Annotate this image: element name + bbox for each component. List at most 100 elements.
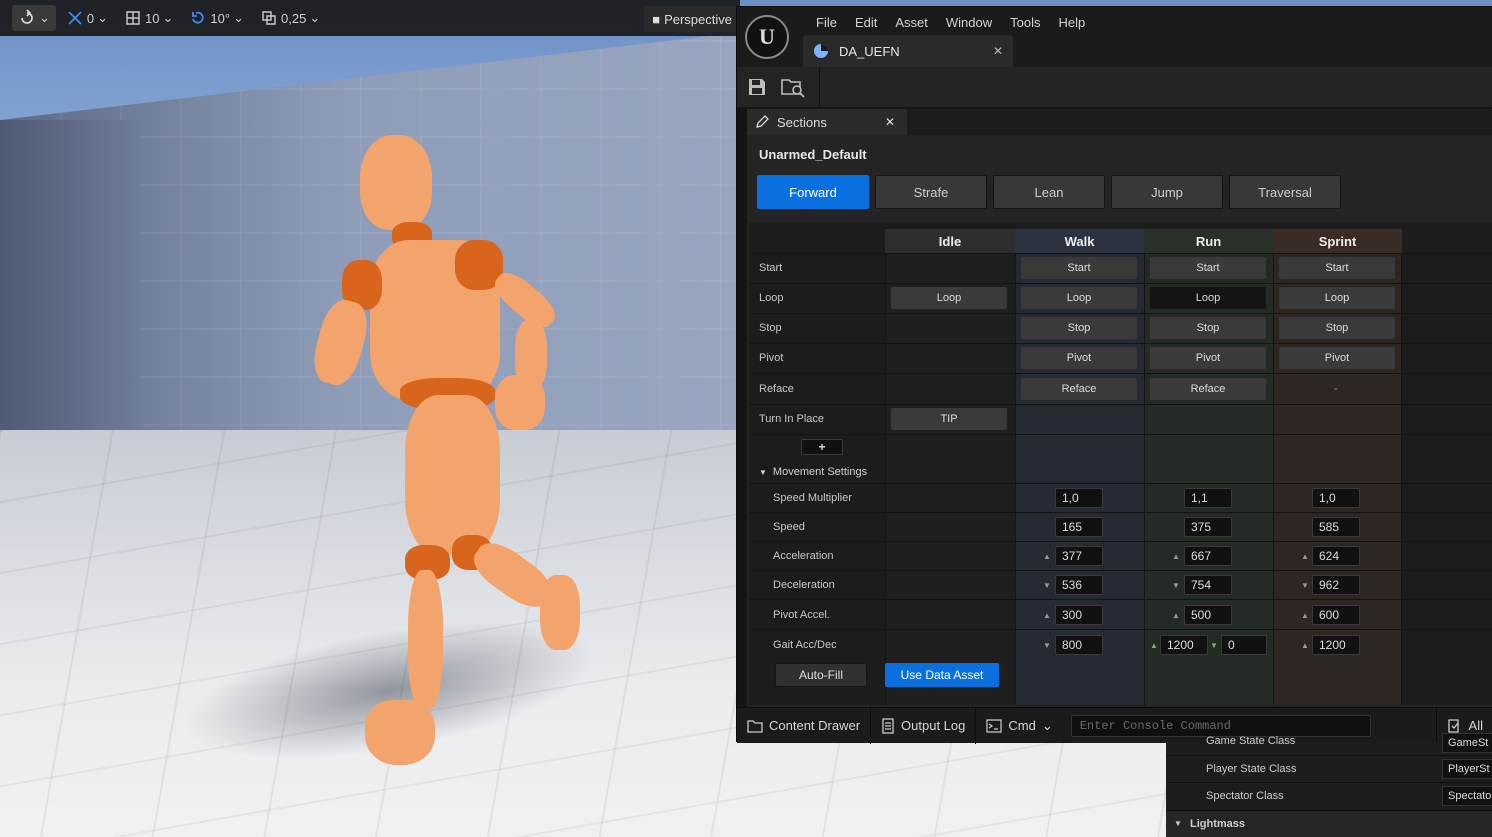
grid-icon [126,11,140,25]
walk-reface-button[interactable]: Reface [1021,378,1137,400]
walk-speed-input[interactable]: 165 [1055,517,1103,537]
walk-start-button[interactable]: Start [1021,257,1137,279]
run-pivot-button[interactable]: Pivot [1150,347,1266,369]
auto-fill-button[interactable]: Auto-Fill [775,663,867,687]
grid-snap-value: 10 [145,10,160,26]
scale-snap-button[interactable]: 0,25 ⌄ [254,5,326,31]
setting-row-speed-multiplier: Speed Multiplier 1,0 1,1 1,0 [749,483,1492,512]
close-icon[interactable]: ✕ [885,115,895,129]
chevron-down-icon: ⌄ [1041,717,1053,733]
scale-icon [262,11,276,25]
run-acceleration-input[interactable]: 667 [1184,546,1232,566]
document-tab[interactable]: DA_UEFN ✕ [803,35,1013,67]
menu-edit[interactable]: Edit [846,13,886,32]
row-label: Reface [759,383,794,395]
cmd-dropdown[interactable]: Cmd ⌄ [976,708,1062,744]
sprint-stop-button[interactable]: Stop [1279,317,1395,339]
transform-mode-button[interactable]: ⌄ [12,5,56,31]
viewport-toolbar: ⌄ 0 ⌄ 10 ⌄ 10° ⌄ 0,25 ⌄ ■ Perspective [0,0,740,36]
rotation-snap-value: 10° [210,10,231,26]
run-start-button[interactable]: Start [1150,257,1266,279]
perspective-label: Perspective [664,11,732,27]
up-arrow-icon: ▲ [1301,552,1309,561]
run-speed-input[interactable]: 375 [1184,517,1232,537]
menu-window[interactable]: Window [937,13,1001,32]
run-stop-button[interactable]: Stop [1150,317,1266,339]
row-label: Pivot [759,352,784,364]
surface-snap-icon [68,11,82,25]
up-arrow-icon: ▲ [1150,641,1158,650]
menu-tools[interactable]: Tools [1001,13,1049,32]
setting-label: Pivot Accel. [773,609,830,621]
walk-loop-button[interactable]: Loop [1021,287,1137,309]
tab-lean[interactable]: Lean [993,175,1105,209]
sprint-deceleration-input[interactable]: 962 [1312,575,1360,595]
animation-grid: Idle Walk Run Sprint Start Start Start S… [749,223,1492,705]
sprint-gait-input[interactable]: 1200 [1312,635,1360,655]
save-icon[interactable] [747,77,767,97]
row-start: Start Start Start Start [749,253,1492,283]
browse-asset-icon[interactable] [781,76,805,98]
sprint-pivot-accel-input[interactable]: 600 [1312,605,1360,625]
idle-loop-button[interactable]: Loop [891,287,1007,309]
walk-pivot-button[interactable]: Pivot [1021,347,1137,369]
walk-deceleration-input[interactable]: 536 [1055,575,1103,595]
sprint-start-button[interactable]: Start [1279,257,1395,279]
run-loop-button[interactable]: Loop [1150,287,1266,309]
tab-traversal[interactable]: Traversal [1229,175,1341,209]
run-reface-button[interactable]: Reface [1150,378,1266,400]
add-row-button[interactable]: + [801,439,843,455]
idle-tip-button[interactable]: TIP [891,408,1007,430]
sprint-speed-multiplier-input[interactable]: 1,0 [1312,488,1360,508]
run-pivot-accel-input[interactable]: 500 [1184,605,1232,625]
pencil-icon [756,115,769,128]
tab-forward[interactable]: Forward [757,175,869,209]
use-data-asset-button[interactable]: Use Data Asset [885,663,999,687]
collapse-arrow-icon: ▼ [1174,819,1182,828]
walk-pivot-accel-input[interactable]: 300 [1055,605,1103,625]
menu-file[interactable]: File [807,13,846,32]
perspective-button[interactable]: ■ Perspective [644,6,740,32]
sprint-speed-input[interactable]: 585 [1312,517,1360,537]
run-deceleration-input[interactable]: 754 [1184,575,1232,595]
tab-strafe[interactable]: Strafe [875,175,987,209]
cmd-label: Cmd [1008,718,1036,733]
console-input[interactable]: Enter Console Command [1070,714,1371,737]
unreal-logo-icon[interactable]: U [745,15,789,59]
setting-label: Acceleration [773,550,834,562]
menu-help[interactable]: Help [1049,13,1094,32]
details-value[interactable]: GameSt [1442,733,1492,753]
column-header-sprint: Sprint [1273,229,1402,253]
column-header-run: Run [1144,229,1273,253]
walk-acceleration-input[interactable]: 377 [1055,546,1103,566]
row-turn-in-place: Turn In Place TIP [749,404,1492,434]
movement-settings-header[interactable]: ▼ Movement Settings [749,461,1492,483]
walk-speed-multiplier-input[interactable]: 1,0 [1055,488,1103,508]
sprint-reface-empty: - [1334,383,1338,395]
grid-snap-button[interactable]: 10 ⌄ [118,5,179,31]
walk-gait-input[interactable]: 800 [1055,635,1103,655]
content-drawer-button[interactable]: Content Drawer [737,707,872,744]
menu-asset[interactable]: Asset [886,13,937,32]
surface-snap-button[interactable]: 0 ⌄ [60,5,114,31]
sprint-acceleration-input[interactable]: 624 [1312,546,1360,566]
walk-stop-button[interactable]: Stop [1021,317,1137,339]
column-header-walk: Walk [1015,229,1144,253]
run-speed-multiplier-input[interactable]: 1,1 [1184,488,1232,508]
document-tab-label: DA_UEFN [839,43,900,59]
menu-bar: File Edit Asset Window Tools Help [807,13,1094,32]
close-icon[interactable]: ✕ [993,44,1003,58]
sprint-pivot-button[interactable]: Pivot [1279,347,1395,369]
row-reface: Reface Reface Reface - [749,373,1492,404]
output-log-button[interactable]: Output Log [871,707,977,744]
sprint-loop-button[interactable]: Loop [1279,287,1395,309]
details-value[interactable]: PlayerSt [1442,759,1492,779]
rotation-snap-button[interactable]: 10° ⌄ [183,5,250,31]
run-gait-input[interactable]: 1200 [1160,635,1208,655]
details-value[interactable]: Spectato [1442,786,1492,806]
lightmass-section-header[interactable]: ▼ Lightmass [1166,810,1492,837]
tab-jump[interactable]: Jump [1111,175,1223,209]
sections-tab[interactable]: Sections ✕ [747,109,907,135]
run-gait-secondary-input[interactable]: 0 [1221,635,1267,655]
setting-row-gait-acc-dec: Gait Acc/Dec ▼ 800 ▲ 1200 ▼ 0 ▲ 1200 [749,629,1492,659]
